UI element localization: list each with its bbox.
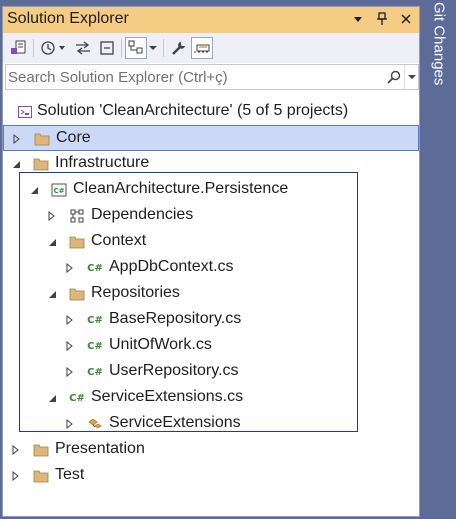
collapse-all-icon (100, 41, 114, 55)
toolbar (3, 33, 419, 63)
wrench-icon (172, 41, 185, 55)
show-all-files-icon (128, 40, 143, 54)
title-bar: Solution Explorer (3, 7, 419, 33)
folder-icon (33, 468, 49, 484)
solution-explorer-panel: Solution Explorer Search Solution Explor… (2, 6, 420, 517)
pin-icon (377, 12, 387, 25)
close-icon (401, 14, 411, 24)
search-icon (387, 70, 401, 84)
show-all-files-button[interactable] (125, 37, 147, 59)
close-button[interactable] (397, 10, 415, 28)
git-changes-tab[interactable]: Git Changes (427, 2, 451, 98)
tree-item-solution[interactable]: Solution 'CleanArchitecture' (5 of 5 pro… (3, 99, 419, 125)
show-all-files-dropdown[interactable] (147, 37, 159, 59)
folder-icon (34, 131, 50, 147)
preview-icon (194, 44, 210, 53)
search-options-dropdown[interactable] (404, 65, 418, 89)
sync-with-active-document-button[interactable] (73, 37, 93, 59)
expand-arrow-icon[interactable] (11, 470, 21, 482)
panel-title: Solution Explorer (7, 10, 129, 27)
switch-views-button[interactable] (9, 37, 29, 59)
toolbar-separator (121, 39, 122, 57)
ide-frame: Solution Explorer Search Solution Explor… (0, 0, 456, 519)
search-box (5, 64, 419, 90)
folder-icon (33, 156, 49, 172)
sync-icon (76, 41, 90, 55)
tree-item-test[interactable]: Test (3, 463, 419, 489)
pending-changes-filter-button[interactable] (39, 37, 67, 59)
search-button[interactable] (385, 68, 403, 86)
tree-item-presentation[interactable]: Presentation (3, 437, 419, 463)
expand-arrow-icon[interactable] (12, 133, 22, 145)
preview-selected-items-button[interactable] (191, 37, 213, 59)
project-focus-outline (19, 172, 358, 432)
tree-item-label: Core (56, 129, 91, 146)
switch-views-icon (11, 40, 26, 54)
search-input[interactable] (8, 67, 388, 87)
window-options-button[interactable] (349, 10, 367, 28)
git-changes-tab-label: Git Changes (430, 2, 448, 86)
solution-icon (17, 104, 33, 120)
pin-button[interactable] (373, 10, 391, 28)
caret-down-icon (149, 46, 157, 50)
caret-down-icon (407, 75, 416, 79)
tree-item-label: Infrastructure (55, 154, 150, 171)
tree-item-label: Test (55, 466, 85, 483)
side-tab-strip: Git Changes (421, 0, 456, 519)
expand-arrow-icon[interactable] (11, 444, 21, 456)
toolbar-separator (163, 39, 164, 57)
history-icon (41, 41, 65, 55)
folder-icon (33, 442, 49, 458)
tree-item-label: Presentation (55, 440, 145, 457)
properties-button[interactable] (169, 37, 189, 59)
collapse-arrow-icon[interactable] (11, 158, 21, 170)
toolbar-separator (33, 39, 34, 57)
collapse-all-button[interactable] (97, 37, 117, 59)
tree-item-core[interactable]: Core (3, 125, 419, 151)
caret-down-icon (354, 17, 362, 22)
tree-item-label: Solution 'CleanArchitecture' (5 of 5 pro… (37, 102, 349, 119)
